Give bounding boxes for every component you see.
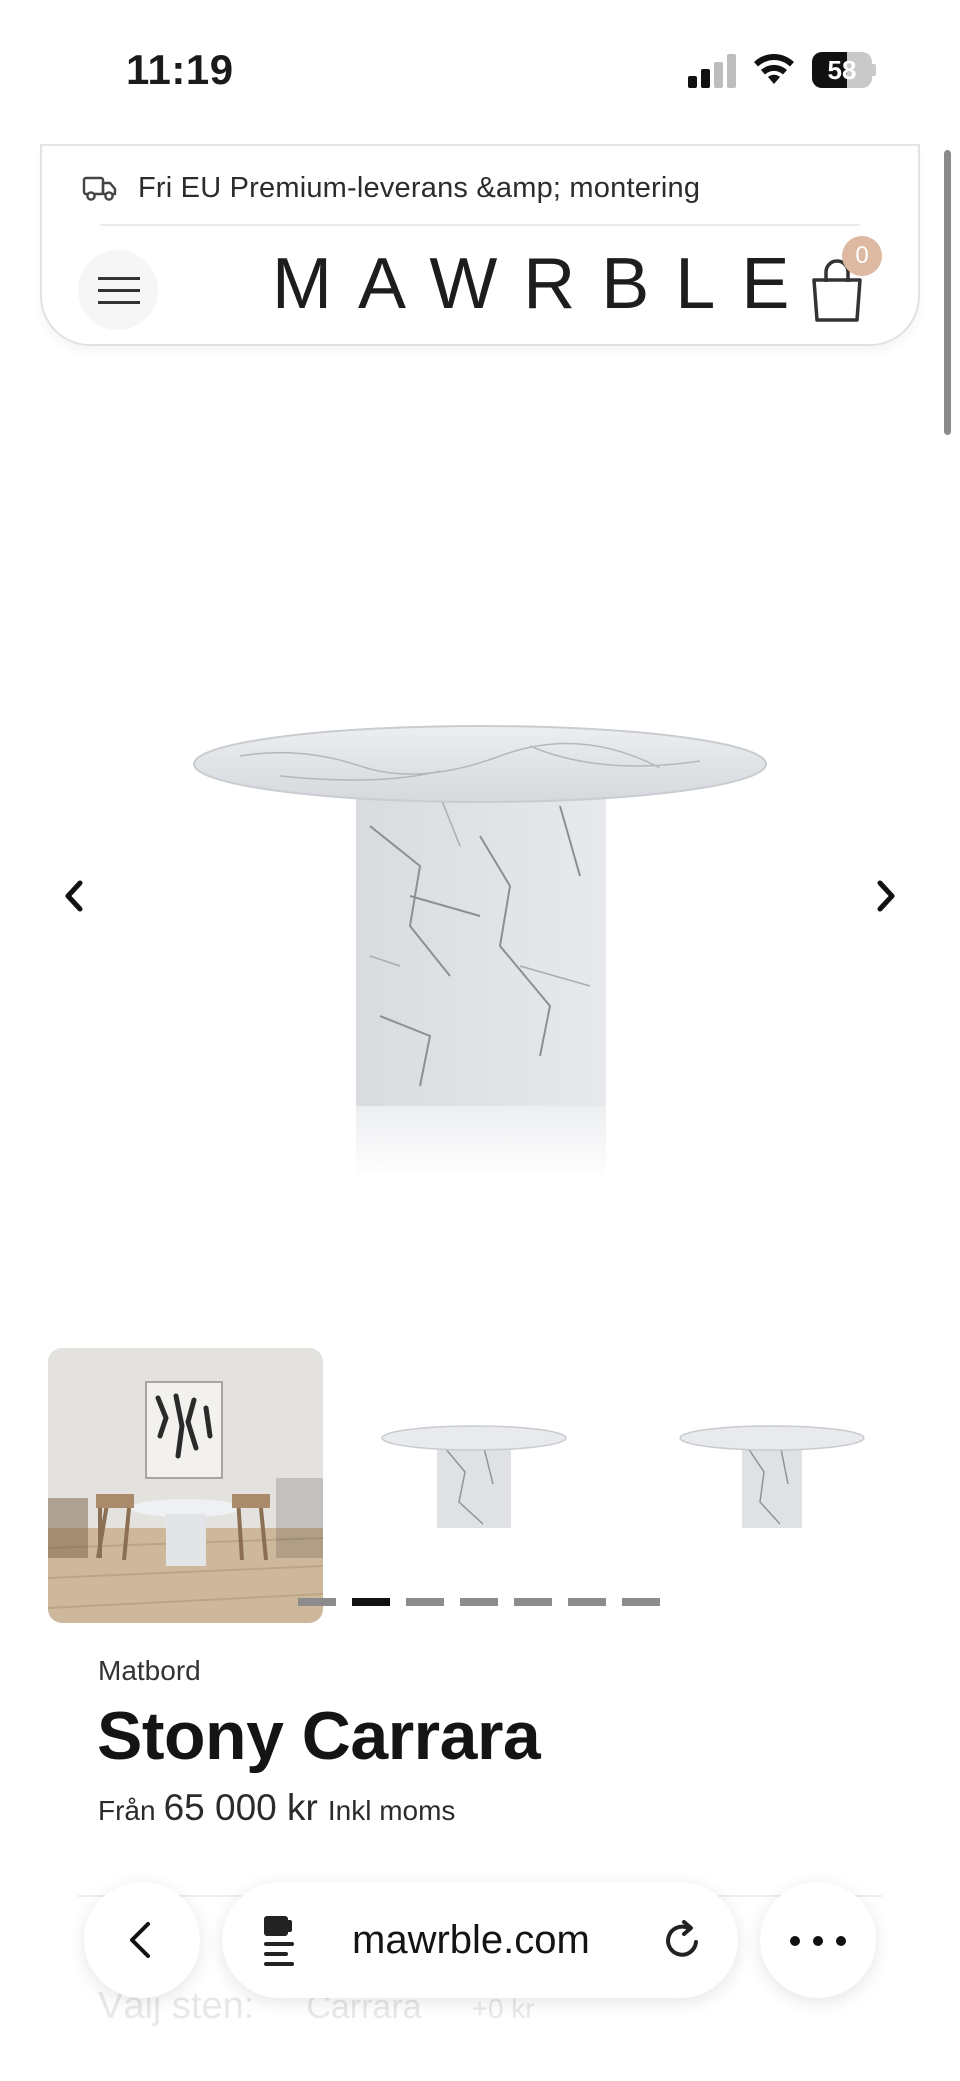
gallery-pagination bbox=[298, 1598, 676, 1608]
thumbnail-room[interactable] bbox=[48, 1348, 323, 1623]
wifi-icon bbox=[754, 54, 794, 84]
chevron-left-icon[interactable] bbox=[50, 871, 100, 921]
scrollbar[interactable] bbox=[944, 150, 951, 435]
chevron-right-icon[interactable] bbox=[860, 871, 910, 921]
reload-icon[interactable] bbox=[660, 1918, 704, 1962]
product-gallery bbox=[0, 346, 960, 1346]
thumbnail-table-1[interactable] bbox=[353, 1348, 628, 1623]
pagination-dot[interactable] bbox=[568, 1598, 606, 1606]
page-settings-icon[interactable] bbox=[258, 1912, 308, 1968]
product-category: Matbord bbox=[98, 1655, 201, 1686]
url-text: mawrble.com bbox=[352, 1918, 590, 1962]
site-header: Fri EU Premium-leverans &amp; montering … bbox=[40, 144, 920, 346]
cart-count-badge[interactable]: 0 bbox=[842, 236, 882, 276]
browser-more-button[interactable] bbox=[760, 1882, 876, 1998]
pagination-dot[interactable] bbox=[622, 1598, 660, 1606]
price-value: 65 000 kr bbox=[163, 1787, 318, 1828]
pagination-dot[interactable] bbox=[298, 1598, 336, 1606]
product-price: Från 65 000 kr Inkl moms bbox=[98, 1787, 455, 1829]
product-title: Stony Carrara bbox=[97, 1698, 541, 1774]
header-divider bbox=[100, 224, 860, 226]
thumbnail-table-2[interactable] bbox=[648, 1348, 923, 1623]
pagination-dot[interactable] bbox=[514, 1598, 552, 1606]
hamburger-menu-icon bbox=[98, 277, 140, 280]
battery-level: 58 bbox=[827, 55, 857, 85]
promo-banner[interactable]: Fri EU Premium-leverans &amp; montering bbox=[82, 166, 700, 210]
truck-icon bbox=[82, 176, 117, 201]
browser-address-bar[interactable]: mawrble.com bbox=[222, 1882, 738, 1998]
product-image[interactable] bbox=[180, 716, 780, 1216]
battery-icon: 58 bbox=[812, 52, 876, 88]
status-bar: 11:19 58 bbox=[0, 0, 960, 140]
browser-back-button[interactable] bbox=[84, 1882, 200, 1998]
price-prefix: Från bbox=[98, 1795, 156, 1826]
pagination-dot[interactable] bbox=[352, 1598, 390, 1606]
cellular-signal-icon bbox=[688, 54, 738, 88]
pagination-dot[interactable] bbox=[460, 1598, 498, 1606]
status-time: 11:19 bbox=[126, 46, 234, 93]
promo-text: Fri EU Premium-leverans &amp; montering bbox=[138, 171, 701, 204]
thumbnail-strip bbox=[48, 1348, 928, 1623]
price-suffix: Inkl moms bbox=[327, 1795, 456, 1826]
logo-text: MAWRBLE bbox=[272, 244, 816, 324]
ellipsis-icon bbox=[790, 1936, 846, 1946]
menu-button[interactable] bbox=[78, 250, 158, 330]
brand-logo[interactable]: MAWRBLE bbox=[272, 244, 789, 324]
pagination-dot[interactable] bbox=[406, 1598, 444, 1606]
chevron-left-icon bbox=[130, 1922, 150, 1958]
